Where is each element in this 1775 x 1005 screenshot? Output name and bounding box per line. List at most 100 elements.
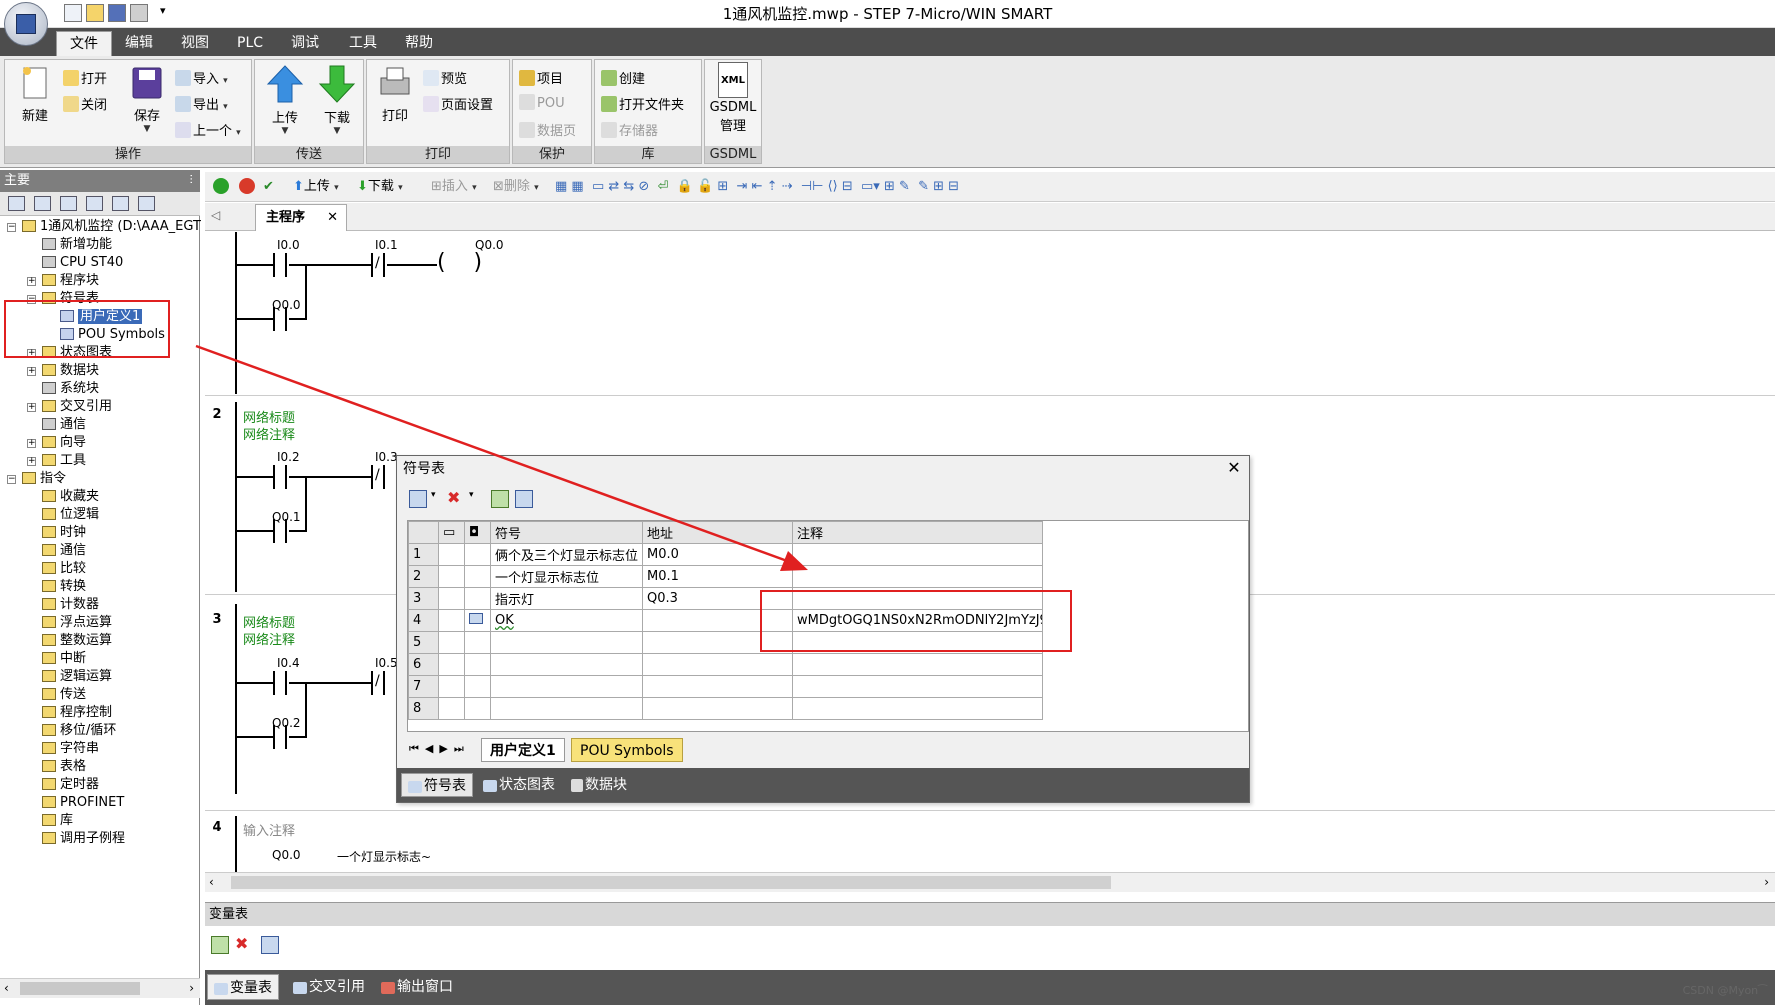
status-cell[interactable]: [438, 543, 465, 566]
tab-scroll-left-icon[interactable]: ◁: [211, 208, 220, 222]
table-row[interactable]: 7: [408, 675, 1044, 698]
tab-data-block[interactable]: 数据块: [565, 773, 633, 797]
sheet-tab-pou-symbols[interactable]: POU Symbols: [571, 738, 683, 762]
menu-tab-plc[interactable]: PLC: [224, 31, 276, 56]
table-row[interactable]: 1 俩个及三个灯显示标志位 M0.0: [408, 543, 1044, 566]
comment-indicator-cell[interactable]: [464, 697, 491, 720]
tab-main-program[interactable]: 主程序 ✕: [255, 204, 347, 231]
project-button[interactable]: 项目: [519, 68, 563, 87]
comment-cell[interactable]: [792, 675, 1044, 698]
network-comment-input[interactable]: 输入注释: [243, 820, 295, 839]
menu-tab-edit[interactable]: 编辑: [112, 31, 166, 56]
tree-tool-icon[interactable]: [60, 196, 77, 211]
save-icon[interactable]: [108, 4, 126, 22]
tree-item[interactable]: 整数运算: [42, 632, 112, 650]
close-tab-icon[interactable]: ✕: [327, 205, 338, 231]
menu-tab-tools[interactable]: 工具: [336, 31, 390, 56]
table-row[interactable]: 6: [408, 653, 1044, 676]
symbol-cell[interactable]: OK: [489, 609, 644, 632]
status-cell[interactable]: [438, 653, 465, 676]
tree-tool-icon[interactable]: [34, 196, 51, 211]
print-icon[interactable]: [130, 4, 148, 22]
tree-tool-icon[interactable]: [8, 196, 25, 211]
tree-item[interactable]: 比较: [42, 560, 86, 578]
previous-button[interactable]: 上一个 ▾: [175, 120, 241, 139]
symbol-cell[interactable]: [489, 675, 644, 698]
application-button[interactable]: [4, 2, 48, 46]
status-cell[interactable]: [438, 609, 465, 632]
page-setup-button[interactable]: 页面设置: [423, 94, 493, 113]
open-folder-button[interactable]: 打开文件夹: [601, 94, 684, 113]
status-cell[interactable]: [438, 697, 465, 720]
column-header-address[interactable]: 地址: [642, 521, 794, 544]
gsdml-manage-button[interactable]: XML GSDML 管理: [709, 62, 757, 134]
normally-open-contact[interactable]: [273, 671, 287, 695]
tree-item[interactable]: 新增功能: [42, 236, 112, 254]
tree-item[interactable]: 调用子例程: [42, 830, 125, 848]
expand-toggle-icon[interactable]: +: [27, 367, 36, 376]
open-button[interactable]: 打开: [63, 68, 107, 87]
tree-item[interactable]: 中断: [42, 650, 86, 668]
column-header-symbol[interactable]: 符号: [489, 521, 644, 544]
normally-closed-contact[interactable]: /: [371, 253, 385, 277]
preview-button[interactable]: 预览: [423, 68, 467, 87]
address-cell[interactable]: M0.0: [642, 543, 794, 566]
scroll-right-icon[interactable]: ›: [1764, 875, 1769, 889]
table-row[interactable]: 8: [408, 697, 1044, 720]
comment-indicator-cell[interactable]: [464, 675, 491, 698]
menu-tab-view[interactable]: 视图: [168, 31, 222, 56]
expand-toggle-icon[interactable]: +: [27, 277, 36, 286]
tree-item[interactable]: 转换: [42, 578, 86, 596]
tab-output-window[interactable]: 输出窗口: [375, 974, 459, 1000]
scroll-left-icon[interactable]: ‹: [209, 875, 214, 889]
table-row[interactable]: 2 一个灯显示标志位 M0.1: [408, 565, 1044, 588]
comment-cell[interactable]: [792, 697, 1044, 720]
tree-tool-icon[interactable]: [112, 196, 129, 211]
normally-closed-contact[interactable]: /: [371, 465, 385, 489]
status-cell[interactable]: [438, 565, 465, 588]
tab-variable-table[interactable]: 变量表: [207, 974, 279, 1000]
menu-tab-file[interactable]: 文件: [56, 31, 112, 56]
memory-button[interactable]: 存储器: [601, 120, 658, 139]
normally-open-contact[interactable]: [273, 465, 287, 489]
tree-item[interactable]: 1通风机监控 (D:\AAA_EGT: [22, 218, 201, 236]
expand-toggle-icon[interactable]: +: [27, 439, 36, 448]
insert-row-icon[interactable]: [211, 936, 229, 954]
tree-item[interactable]: 向导: [42, 434, 86, 452]
tree-item[interactable]: 字符串: [42, 740, 99, 758]
close-icon[interactable]: ✕: [1225, 458, 1243, 478]
tree-item[interactable]: 工具: [42, 452, 86, 470]
save-button[interactable]: 保存 ▼: [123, 66, 171, 134]
tree-item[interactable]: 时钟: [42, 524, 86, 542]
normally-open-contact[interactable]: [273, 725, 287, 749]
network-comment[interactable]: 网络注释: [243, 629, 295, 648]
tree-tool-icon[interactable]: [138, 196, 155, 211]
scroll-left-icon[interactable]: ‹: [4, 981, 9, 995]
symbol-cell[interactable]: [489, 631, 644, 654]
symbol-cell[interactable]: [489, 653, 644, 676]
network-comment[interactable]: 网络注释: [243, 424, 295, 443]
tree-item[interactable]: 传送: [42, 686, 86, 704]
tree-item[interactable]: 程序控制: [42, 704, 112, 722]
stop-icon[interactable]: [239, 178, 255, 194]
export-symbols-icon[interactable]: [515, 490, 533, 508]
data-page-button[interactable]: 数据页: [519, 120, 576, 139]
tree-item[interactable]: 计数器: [42, 596, 99, 614]
address-cell[interactable]: [642, 675, 794, 698]
tree-item[interactable]: 位逻辑: [42, 506, 99, 524]
open-folder-icon[interactable]: [86, 4, 104, 22]
table-view-icon[interactable]: [491, 490, 509, 508]
status-cell[interactable]: [438, 587, 465, 610]
tab-cross-reference[interactable]: 交叉引用: [287, 974, 371, 1000]
tree-item[interactable]: 表格: [42, 758, 86, 776]
tab-symbol-table[interactable]: 符号表: [401, 773, 473, 797]
tree-horizontal-scrollbar[interactable]: ‹ ›: [0, 978, 200, 998]
comment-indicator-cell[interactable]: [464, 565, 491, 588]
toolbar-download-button[interactable]: ⬇下载 ▾: [357, 178, 403, 196]
sheet-tab-user-defined[interactable]: 用户定义1: [481, 738, 565, 762]
tree-item[interactable]: 数据块: [42, 362, 99, 380]
tree-item[interactable]: 定时器: [42, 776, 99, 794]
create-button[interactable]: 创建: [601, 68, 645, 87]
comment-cell[interactable]: [792, 565, 1044, 588]
address-cell[interactable]: [642, 697, 794, 720]
